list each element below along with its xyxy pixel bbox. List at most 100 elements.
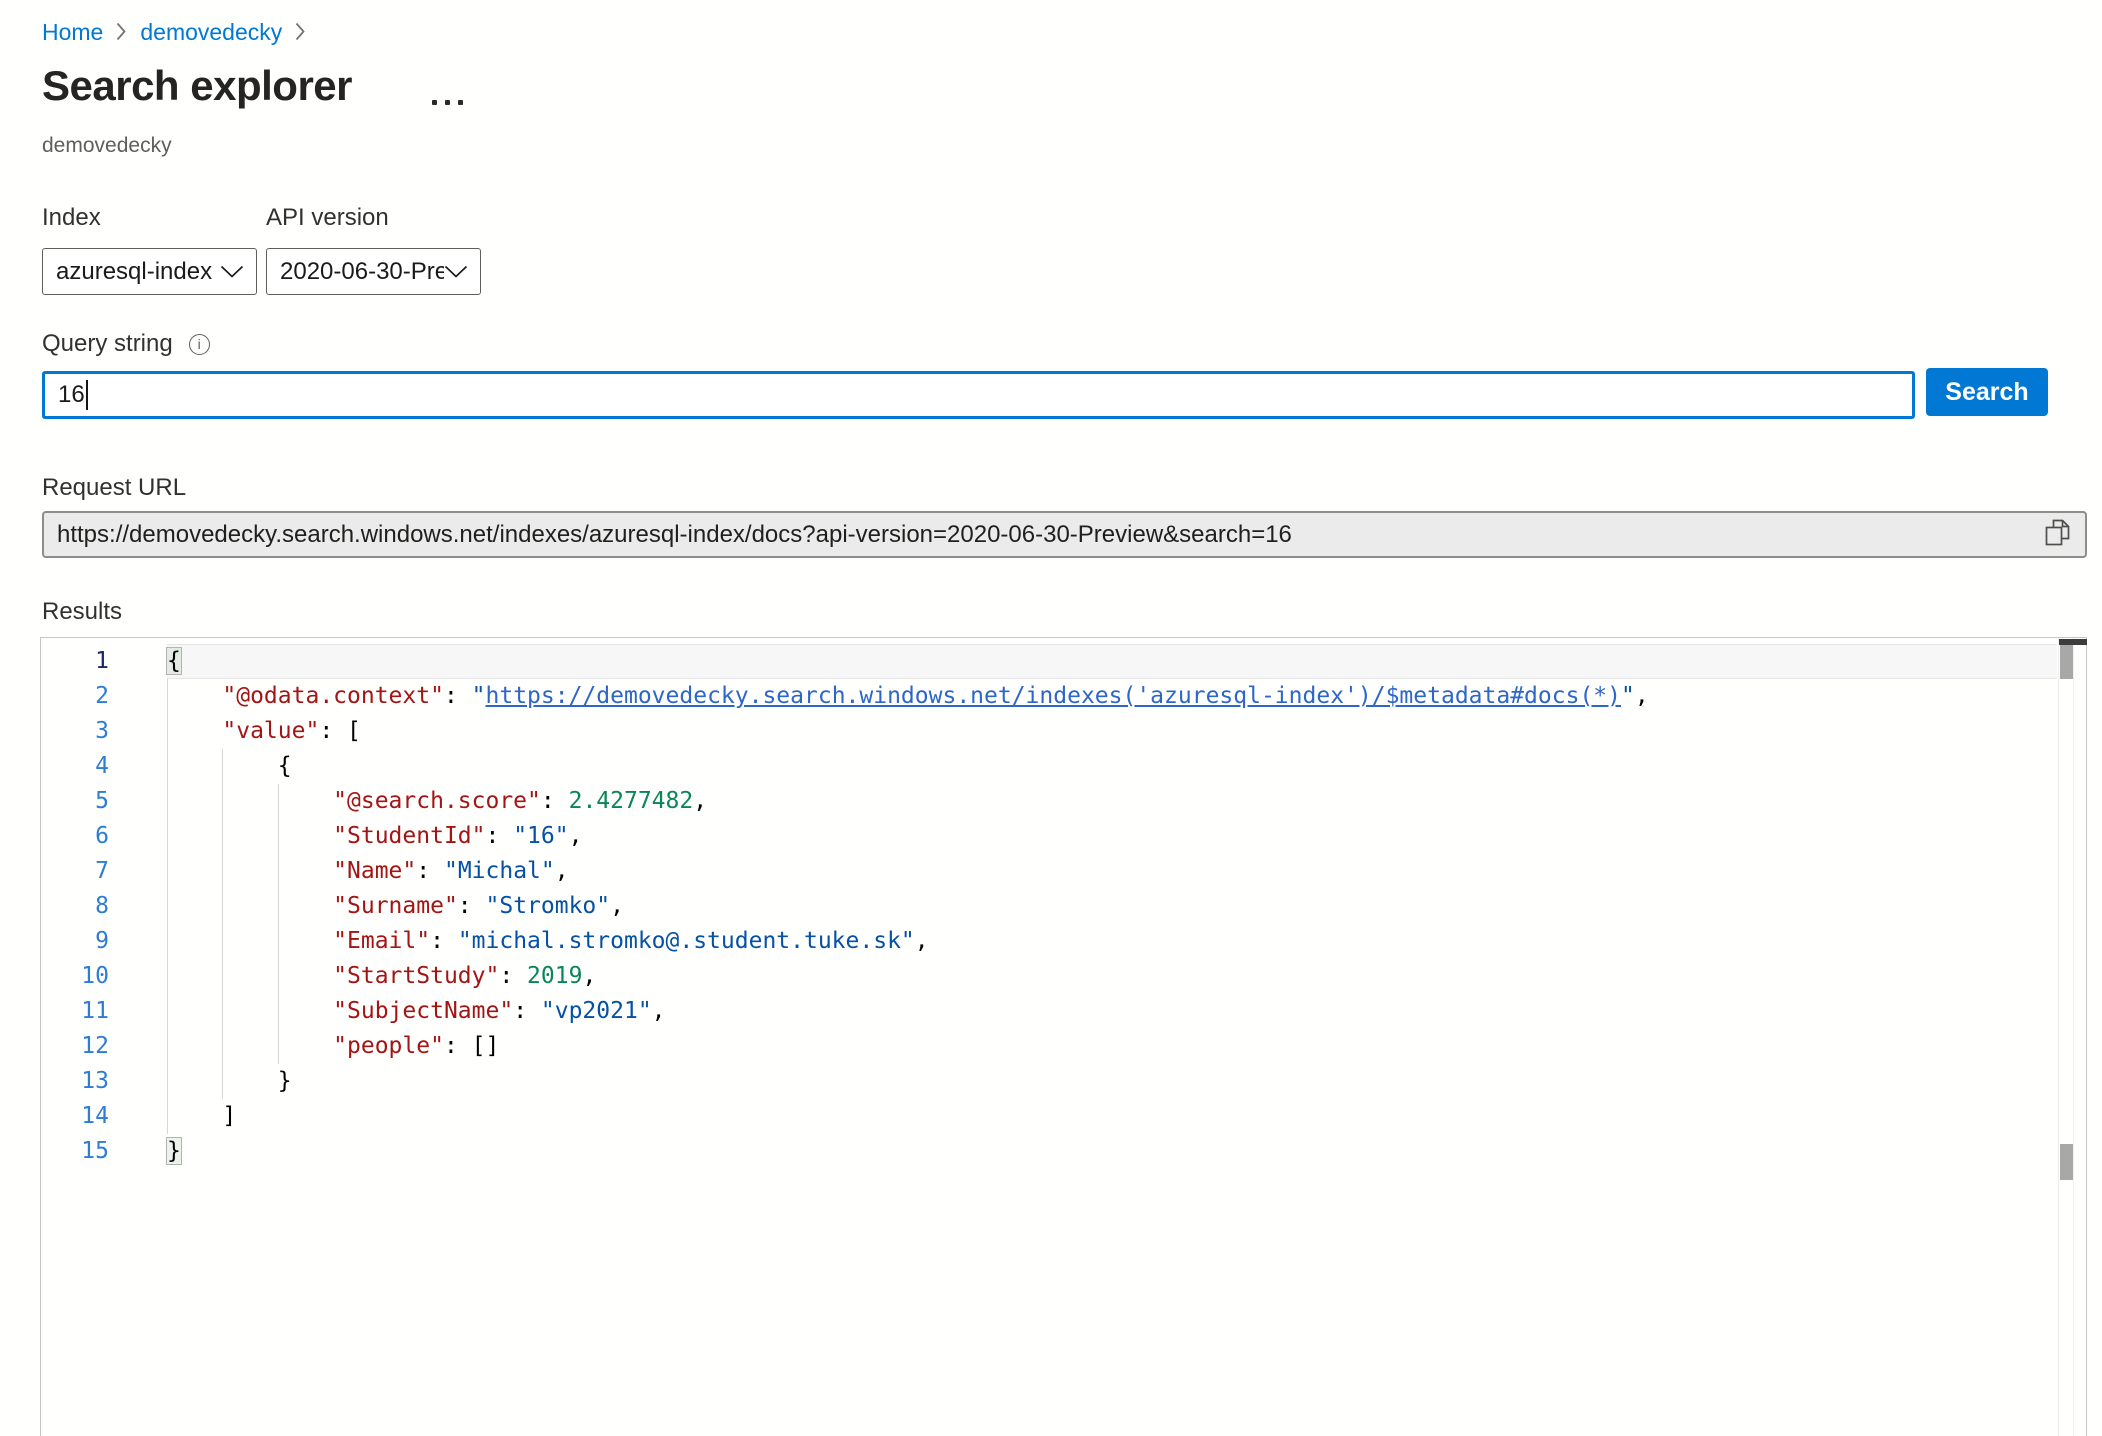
code-line: } xyxy=(167,1134,2057,1169)
line-number: 15 xyxy=(41,1134,109,1169)
code-token: : xyxy=(513,998,541,1024)
code-line: "StartStudy": 2019, xyxy=(167,959,2057,994)
code-token: } xyxy=(167,1068,292,1094)
index-label: Index xyxy=(42,204,101,232)
line-number: 12 xyxy=(41,1029,109,1064)
code-token: " xyxy=(1621,683,1635,709)
line-number: 13 xyxy=(41,1064,109,1099)
code-token: { xyxy=(167,648,181,674)
code-token: } xyxy=(167,1138,181,1164)
code-token: "StudentId" xyxy=(333,823,485,849)
line-number: 3 xyxy=(41,714,109,749)
results-label: Results xyxy=(42,598,122,626)
api-version-label: API version xyxy=(266,204,389,232)
code-token: , xyxy=(582,963,596,989)
code-token: "Email" xyxy=(333,928,430,954)
query-string-input[interactable]: 16 xyxy=(42,371,1915,419)
query-string-label-row: Query string i xyxy=(42,330,210,358)
code-token: : xyxy=(444,683,472,709)
overview-cursor-mark xyxy=(2059,639,2087,645)
code-token xyxy=(167,823,333,849)
code-token: "StartStudy" xyxy=(333,963,499,989)
code-token: : xyxy=(541,788,569,814)
editor-scrollbar[interactable] xyxy=(2058,638,2086,1436)
code-token xyxy=(167,718,222,744)
line-number: 7 xyxy=(41,854,109,889)
code-line: "Surname": "Stromko", xyxy=(167,889,2057,924)
query-string-label: Query string xyxy=(42,330,173,358)
code-line: "StudentId": "16", xyxy=(167,819,2057,854)
code-token: , xyxy=(1635,683,1649,709)
code-token: "@odata.context" xyxy=(222,683,444,709)
line-number: 6 xyxy=(41,819,109,854)
line-number: 4 xyxy=(41,749,109,784)
code-token: { xyxy=(167,753,292,779)
request-url-label: Request URL xyxy=(42,474,186,502)
code-token: "Michal" xyxy=(444,858,555,884)
code-link[interactable]: https://demovedecky.search.windows.net/i… xyxy=(486,683,1621,709)
code-token: : xyxy=(458,893,486,919)
code-token: : xyxy=(486,823,514,849)
code-token: "value" xyxy=(222,718,319,744)
request-url-field[interactable]: https://demovedecky.search.windows.net/i… xyxy=(42,511,2087,558)
request-url-value: https://demovedecky.search.windows.net/i… xyxy=(57,521,2042,549)
more-actions-button[interactable] xyxy=(428,96,467,109)
code-token: , xyxy=(569,823,583,849)
code-token xyxy=(167,963,333,989)
chevron-down-icon xyxy=(444,258,468,286)
code-token xyxy=(167,928,333,954)
overview-bracket-mark xyxy=(2060,643,2073,679)
code-token: "Stromko" xyxy=(486,893,611,919)
results-editor[interactable]: 123456789101112131415 { "@odata.context"… xyxy=(40,637,2087,1436)
code-token xyxy=(167,683,222,709)
line-number: 14 xyxy=(41,1099,109,1134)
code-token: : [] xyxy=(444,1033,499,1059)
breadcrumb-home[interactable]: Home xyxy=(42,19,103,46)
ellipsis-icon xyxy=(432,100,437,105)
breadcrumb-demovedecky[interactable]: demovedecky xyxy=(140,19,282,46)
text-caret xyxy=(86,380,88,410)
chevron-right-icon xyxy=(116,20,127,47)
index-select[interactable]: azuresql-index xyxy=(42,248,257,295)
code-token xyxy=(167,1033,333,1059)
code-token xyxy=(167,788,333,814)
query-string-value: 16 xyxy=(58,381,85,409)
code-token: , xyxy=(555,858,569,884)
chevron-down-icon xyxy=(220,258,244,286)
info-icon[interactable]: i xyxy=(189,334,210,355)
search-button[interactable]: Search xyxy=(1926,368,2048,416)
code-token: "Name" xyxy=(333,858,416,884)
code-token: "@search.score" xyxy=(333,788,541,814)
editor-gutter: 123456789101112131415 xyxy=(41,644,109,1169)
code-token: : xyxy=(416,858,444,884)
line-number: 11 xyxy=(41,994,109,1029)
chevron-right-icon xyxy=(295,20,306,47)
code-token: "michal.stromko@.student.tuke.sk" xyxy=(458,928,915,954)
overview-ruler-divider xyxy=(2073,638,2074,1436)
code-token: "vp2021" xyxy=(541,998,652,1024)
code-line: } xyxy=(167,1064,2057,1099)
code-line: "@search.score": 2.4277482, xyxy=(167,784,2057,819)
code-token: ] xyxy=(167,1103,236,1129)
line-number: 5 xyxy=(41,784,109,819)
line-number: 9 xyxy=(41,924,109,959)
overview-bracket-mark xyxy=(2060,1144,2073,1180)
line-number: 2 xyxy=(41,679,109,714)
line-number: 1 xyxy=(41,644,109,679)
code-token: : xyxy=(430,928,458,954)
code-token: "SubjectName" xyxy=(333,998,513,1024)
api-version-select[interactable]: 2020-06-30-Pre... xyxy=(266,248,481,295)
copy-icon[interactable] xyxy=(2042,516,2073,556)
code-token: : xyxy=(499,963,527,989)
breadcrumb: Home demovedecky xyxy=(42,18,306,47)
code-line: "SubjectName": "vp2021", xyxy=(167,994,2057,1029)
results-editor-lines: { "@odata.context": "https://demovedecky… xyxy=(167,644,2057,1169)
code-line: "people": [] xyxy=(167,1029,2057,1064)
code-line: "value": [ xyxy=(167,714,2057,749)
code-token: 2019 xyxy=(527,963,582,989)
code-token xyxy=(167,998,333,1024)
code-token: , xyxy=(693,788,707,814)
code-token: , xyxy=(610,893,624,919)
page-title: Search explorer xyxy=(42,62,352,110)
api-version-select-value: 2020-06-30-Pre... xyxy=(280,258,444,286)
